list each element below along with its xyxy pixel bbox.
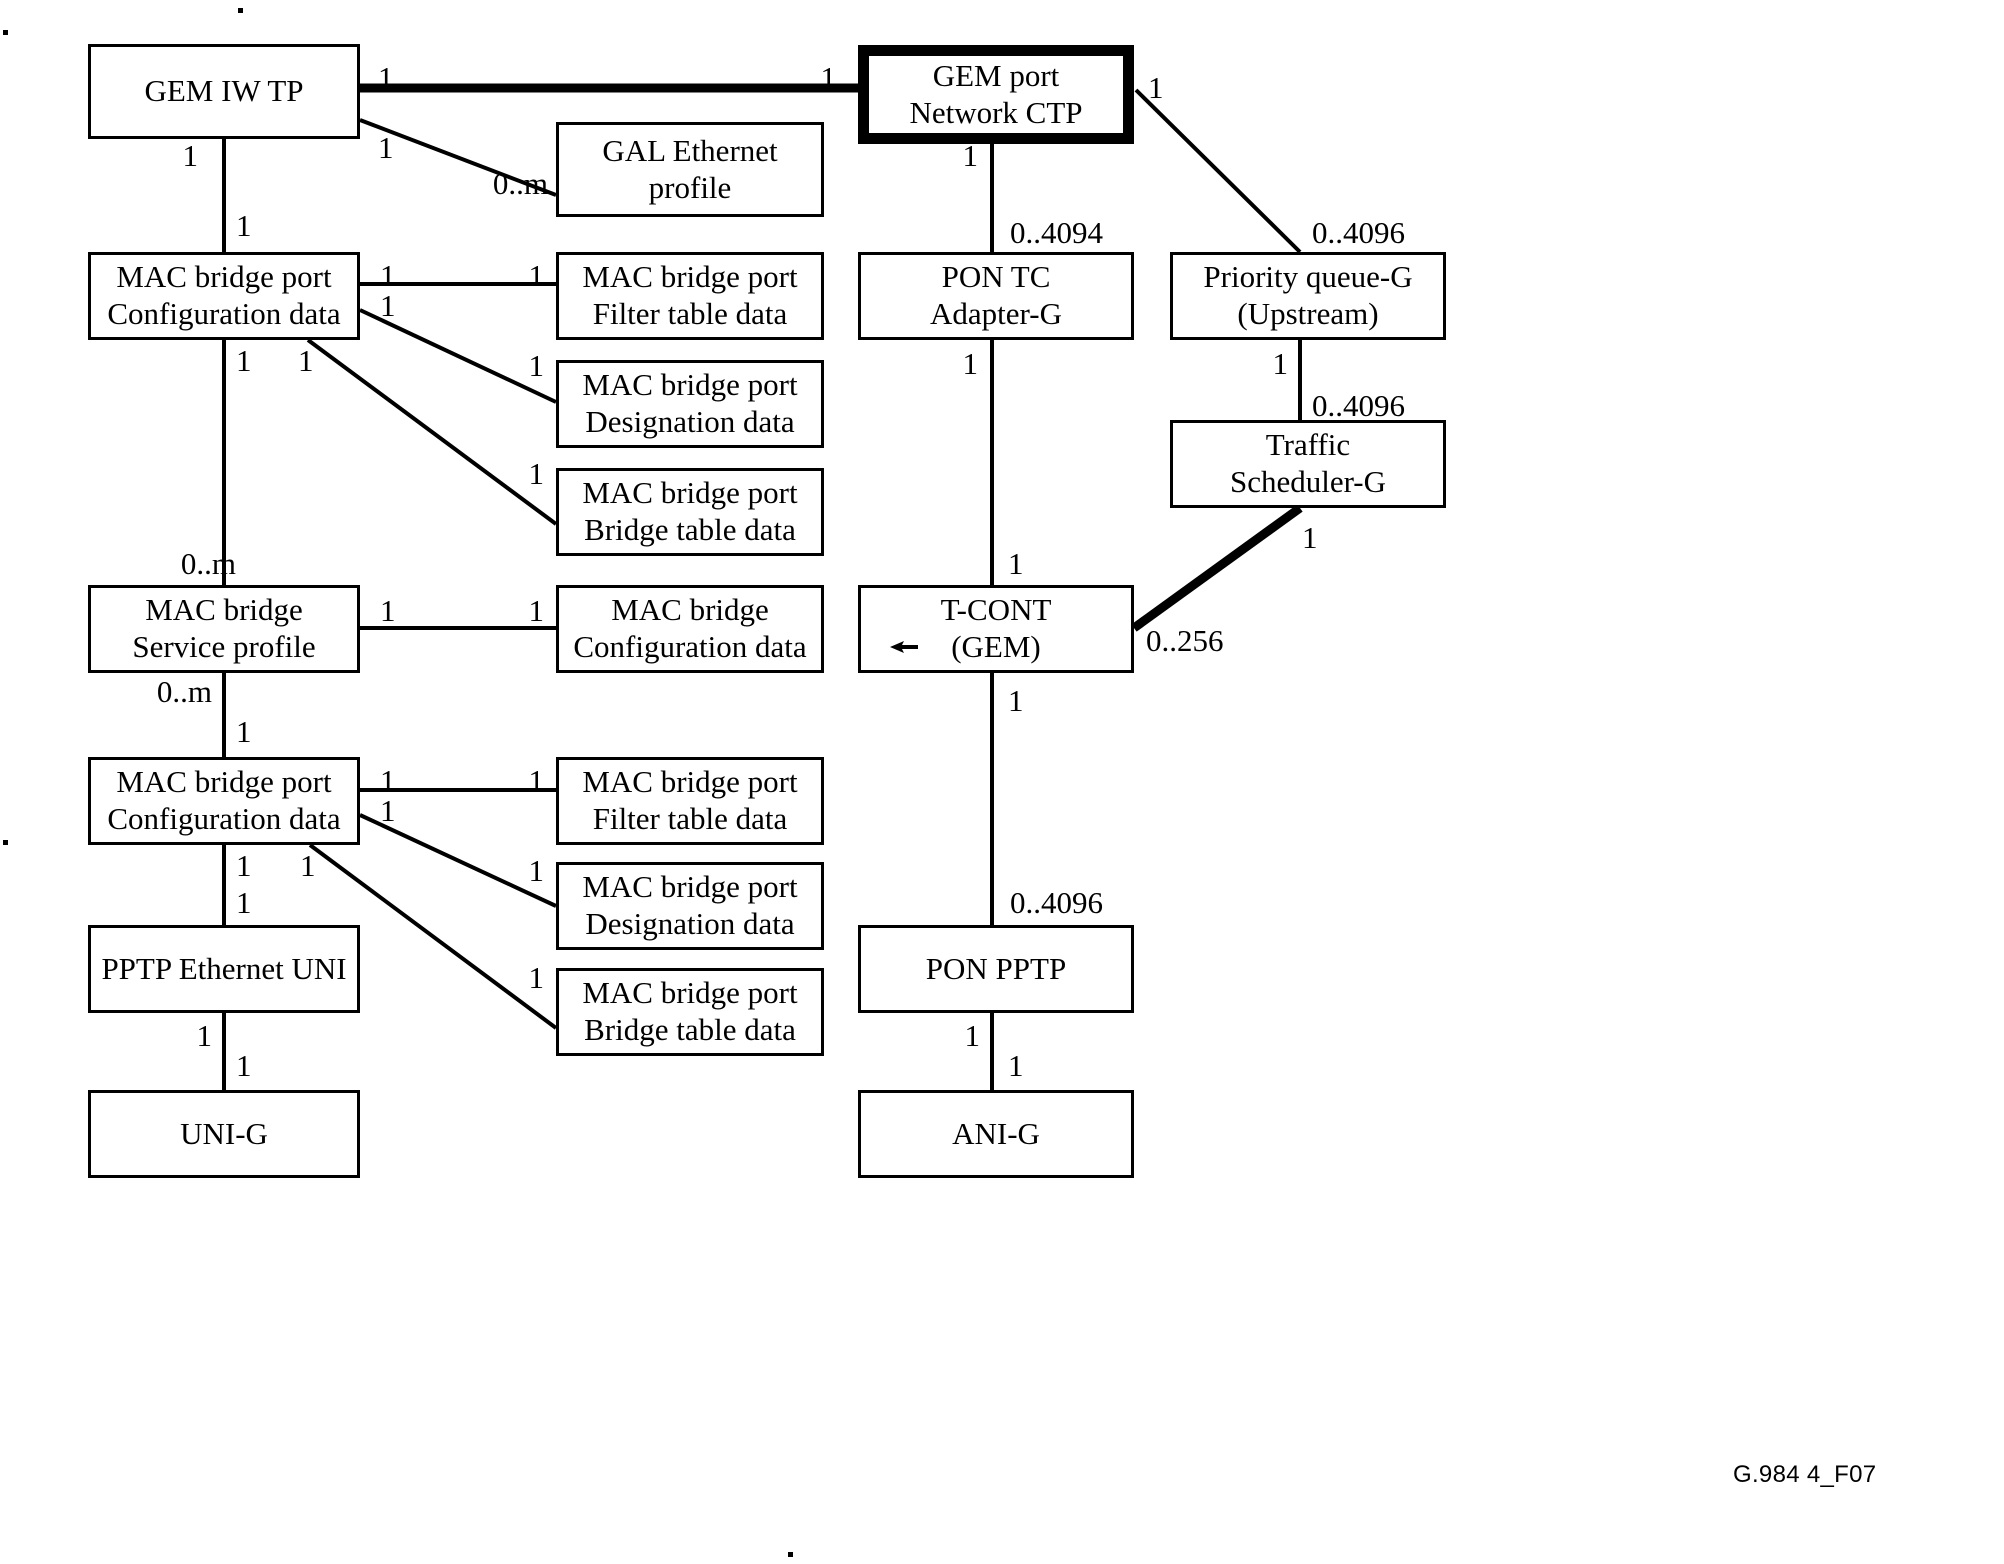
class-box-label-secondary: Configuration data [573,629,807,664]
multiplicity-label-m-tcont-right: 0..256 [1146,623,1224,658]
multiplicity-label-m-priorityqueue-bottom: 1 [1272,346,1289,381]
class-box-pon-pptp[interactable]: PON PPTP [858,925,1134,1013]
class-box-label-secondary: Scheduler-G [1229,464,1387,499]
class-box-ani-g[interactable]: ANI-G [858,1090,1134,1178]
association-line-scheduler-to-tcont [1131,504,1303,632]
multiplicity-label-m-priorityqueue-top: 0..4096 [1312,215,1405,250]
multiplicity-label-m-bridgetable1-left: 1 [528,456,545,491]
class-box-label: MAC bridge port [582,975,798,1011]
class-box-mac-bridge-config-data[interactable]: MAC bridge Configuration data [556,585,824,673]
class-box-label-secondary: profile [648,169,732,205]
multiplicity-label-m-mbpconfig2-bot-right: 1 [300,848,316,883]
class-box-label: MAC bridge [611,592,769,628]
class-box-label: MAC bridge port [582,475,798,511]
multiplicity-label-m-serviceprofile-bot: 0..m [156,674,212,709]
figure-reference-label: G.984 4_F07 [1733,1461,1877,1488]
multiplicity-label-m-gemport-left: 1 [820,60,837,95]
class-box-label: PON TC [941,259,1051,295]
multiplicity-label-m-pptpuni-top: 1 [236,885,252,920]
class-box-label: MAC bridge port [582,259,798,295]
multiplicity-label-m-gemport-right: 1 [1148,70,1164,105]
multiplicity-label-m-mbpconfig1-bot-right: 1 [298,343,314,378]
diagram-canvas: GEM IW TP GEM port Network CTP GAL Ethernet… [0,0,2004,1564]
multiplicity-label-m-tcont-top: 1 [1008,546,1024,581]
class-box-label-secondary: (GEM) [951,629,1041,664]
class-box-label: Priority queue-G [1203,259,1413,295]
class-box-label-secondary: Filter table data [592,801,788,836]
class-box-label-secondary: Designation data [585,404,795,439]
multiplicity-label-m-scheduler-top: 0..4096 [1312,388,1405,423]
multiplicity-label-m-scheduler-bottom: 1 [1302,520,1318,555]
multiplicity-label-m-mbpconfig1-top: 1 [236,208,252,243]
class-box-gem-port-network-ctp[interactable]: GEM port Network CTP [858,45,1134,144]
association-line-gemport-to-priorityqueue [1134,88,1302,254]
multiplicity-label-m-mbpconfig2-top: 1 [236,714,252,749]
multiplicity-label-m-mbpconfig2-right-bot: 1 [380,793,396,828]
class-box-label: UNI-G [180,1115,268,1151]
multiplicity-label-m-pontc-top: 0..4094 [1010,215,1103,250]
class-box-priority-queue-g[interactable]: Priority queue-G (Upstream) [1170,252,1446,340]
class-box-label-secondary: Designation data [585,906,795,941]
class-box-label-secondary: Service profile [132,629,316,664]
class-box-mac-bridge-port-filter-1[interactable]: MAC bridge port Filter table data [556,252,824,340]
multiplicity-label-m-mbpconfig1-bot-left: 1 [236,343,252,378]
class-box-pon-tc-adapter-g[interactable]: PON TC Adapter-G [858,252,1134,340]
class-box-label-secondary: Filter table data [592,296,788,331]
class-box-label: ANI-G [952,1115,1040,1151]
multiplicity-label-m-designation2-left: 1 [528,853,545,888]
class-box-label: T-CONT [940,592,1052,628]
page-registration-dot [3,30,8,35]
multiplicity-label-m-serviceprofile-top: 0..m [180,546,236,581]
multiplicity-label-m-mbpconfig2-bot-left: 1 [236,848,252,883]
class-box-label: MAC bridge port [582,764,798,800]
class-box-label-secondary: Network CTP [909,94,1083,130]
multiplicity-label-m-configdata-left: 1 [528,593,545,628]
multiplicity-label-m-filter1-left: 1 [528,258,545,293]
class-box-label: GEM port [932,57,1060,93]
class-box-t-cont-gem[interactable]: T-CONT (GEM) [858,585,1134,673]
class-box-mac-bridge-port-filter-2[interactable]: MAC bridge port Filter table data [556,757,824,845]
class-box-label-secondary: Adapter-G [930,296,1062,331]
multiplicity-label-m-anig-top: 1 [1008,1048,1024,1083]
multiplicity-label-m-ponpptp-top: 0..4096 [1010,885,1103,920]
page-registration-dot [238,8,243,13]
class-box-label-secondary: Configuration data [107,801,341,836]
class-box-label: MAC bridge port [582,869,798,905]
multiplicity-label-m-ponpptp-bottom: 1 [964,1018,981,1053]
class-box-label: Traffic [1265,427,1351,463]
multiplicity-label-m-filter2-left: 1 [528,763,545,798]
multiplicity-label-m-mbpconfig1-right-bot: 1 [380,288,396,323]
class-box-mac-bridge-port-bridge-table-1[interactable]: MAC bridge port Bridge table data [556,468,824,556]
class-box-mac-bridge-port-designation-2[interactable]: MAC bridge port Designation data [556,862,824,950]
class-box-label: PON PPTP [925,950,1067,986]
class-box-label-secondary: Configuration data [107,296,341,331]
t-cont-left-arrow-icon [890,641,918,653]
class-box-traffic-scheduler-g[interactable]: Traffic Scheduler-G [1170,420,1446,508]
multiplicity-label-m-gal-left: 0..m [492,166,548,201]
class-box-label-secondary: Bridge table data [584,512,796,547]
page-registration-dot [788,1552,793,1557]
page-registration-dot [3,840,8,845]
multiplicity-label-m-bridgetable2-left: 1 [528,960,545,995]
multiplicity-label-m-tcont-bottom: 1 [1008,683,1024,718]
class-box-uni-g[interactable]: UNI-G [88,1090,360,1178]
class-box-label-secondary: (Upstream) [1237,296,1379,331]
multiplicity-label-m-unig-top: 1 [236,1048,252,1083]
multiplicity-label-m-gemport-bottom: 1 [962,138,979,173]
